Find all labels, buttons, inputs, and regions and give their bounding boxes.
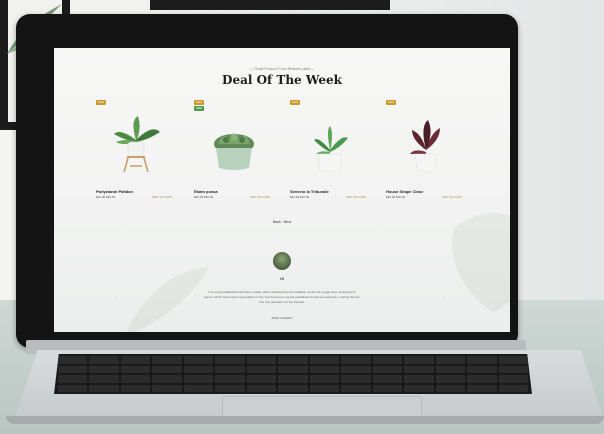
monstera-watermark-icon xyxy=(452,213,510,313)
pager-prev[interactable]: Back xyxy=(273,220,281,224)
product-card[interactable]: SALE Senecio la Tribunale $40.00 $30.00 … xyxy=(290,100,372,199)
sale-badge: SALE xyxy=(290,100,300,105)
add-to-cart-link[interactable]: ADD TO CART xyxy=(442,195,472,199)
wall-shelf xyxy=(150,0,390,10)
product-name[interactable]: Ebam pussa xyxy=(194,189,264,194)
burgundy-plant-icon xyxy=(410,120,440,172)
trackpad xyxy=(222,396,422,418)
product-price: $40.00 $30.00 xyxy=(290,195,310,199)
product-price: $40.00 $30.00 xyxy=(386,195,406,199)
add-to-cart-link[interactable]: ADD TO CART xyxy=(250,195,280,199)
add-to-cart-link[interactable]: ADD TO CART xyxy=(152,195,182,199)
small-plant-icon xyxy=(314,126,348,172)
product-name[interactable]: House Shape Close xyxy=(386,189,456,194)
sale-badge: SALE xyxy=(386,100,396,105)
product-card[interactable]: SALE NEW Ebam pussa $40.00 $30.00 ADD TO… xyxy=(194,100,276,199)
product-price: $40.00 $30.00 xyxy=(96,195,116,199)
testimonial-author: Hi xyxy=(280,277,284,281)
product-card[interactable]: SALE Parlywaran Pafidan $40.00 $30.00 AD… xyxy=(96,100,178,199)
new-badge: NEW xyxy=(194,106,204,111)
chevron-right-icon[interactable]: › xyxy=(444,296,445,301)
pager: Back / Next xyxy=(54,220,510,224)
pager-next[interactable]: Next xyxy=(284,220,291,224)
testimonial-footer: JOHN CHARNY xyxy=(271,316,293,320)
sale-badge: SALE xyxy=(194,100,204,105)
laptop-lid: — Great Product From Relecet plant — Dea… xyxy=(16,14,518,348)
product-price: $40.00 $30.00 xyxy=(194,195,214,199)
laptop-base-edge xyxy=(6,416,604,424)
chevron-left-icon[interactable]: ‹ xyxy=(116,296,117,301)
succulent-icon xyxy=(214,133,254,170)
product-card[interactable]: SALE House Shape Close $40.00 $30.00 ADD… xyxy=(386,100,468,199)
keyboard xyxy=(54,354,532,394)
testimonial-text: It is a long established fact that a rea… xyxy=(204,290,360,304)
add-to-cart-link[interactable]: ADD TO CART xyxy=(346,195,376,199)
potted-plant-icon xyxy=(114,116,160,173)
laptop-screen: — Great Product From Relecet plant — Dea… xyxy=(54,48,510,332)
product-name[interactable]: Parlywaran Pafidan xyxy=(96,189,166,194)
section-eyebrow: — Great Product From Relecet plant — xyxy=(249,67,315,71)
avatar xyxy=(273,252,291,270)
sale-badge: SALE xyxy=(96,100,106,105)
section-title: Deal Of The Week xyxy=(222,73,342,87)
leaf-watermark-icon xyxy=(126,267,209,332)
product-name[interactable]: Senecio la Tribunale xyxy=(290,189,360,194)
